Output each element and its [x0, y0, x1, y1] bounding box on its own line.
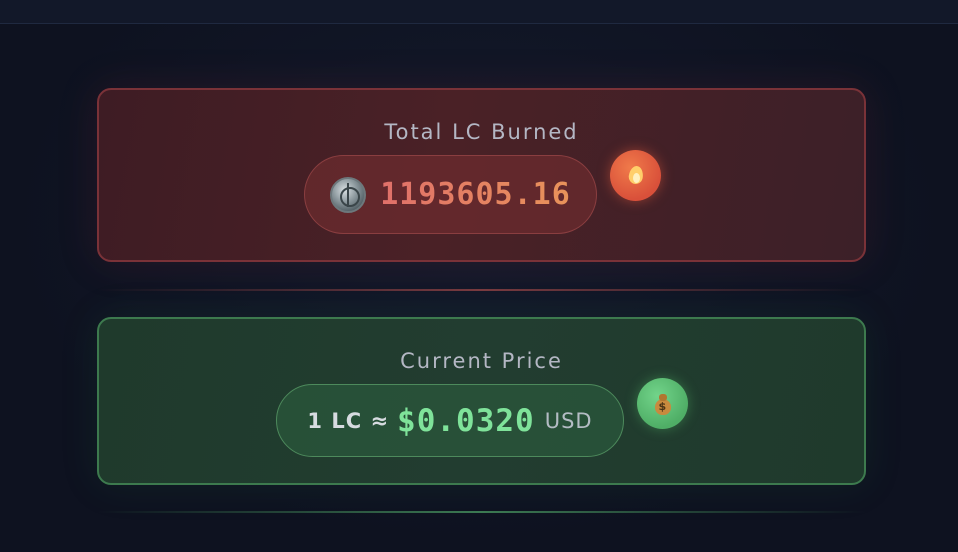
bag-glyph: [653, 393, 673, 415]
fire-icon: [610, 150, 661, 201]
total-burned-value: 1193605.16: [380, 177, 571, 212]
total-burned-card: Total LC Burned 1193605.16: [97, 88, 866, 262]
price-value: $0.0320: [397, 402, 535, 439]
price-prefix: 1 LC ≈: [307, 408, 390, 433]
page: Total LC Burned 1193605.16 Current Price…: [0, 0, 958, 552]
current-price-pill: 1 LC ≈ $0.0320 USD: [276, 384, 624, 457]
current-price-title: Current Price: [400, 349, 563, 373]
lc-coin-icon: [330, 176, 367, 213]
money-bag-icon: [637, 378, 688, 429]
current-price-card: Current Price 1 LC ≈ $0.0320 USD: [97, 317, 866, 485]
total-burned-title: Total LC Burned: [384, 120, 579, 144]
price-divider: [97, 511, 866, 513]
burn-divider: [97, 289, 866, 291]
top-bar: [0, 0, 958, 24]
total-burned-pill: 1193605.16: [304, 155, 597, 234]
price-unit: USD: [544, 408, 593, 433]
flame-glyph: [629, 166, 643, 186]
